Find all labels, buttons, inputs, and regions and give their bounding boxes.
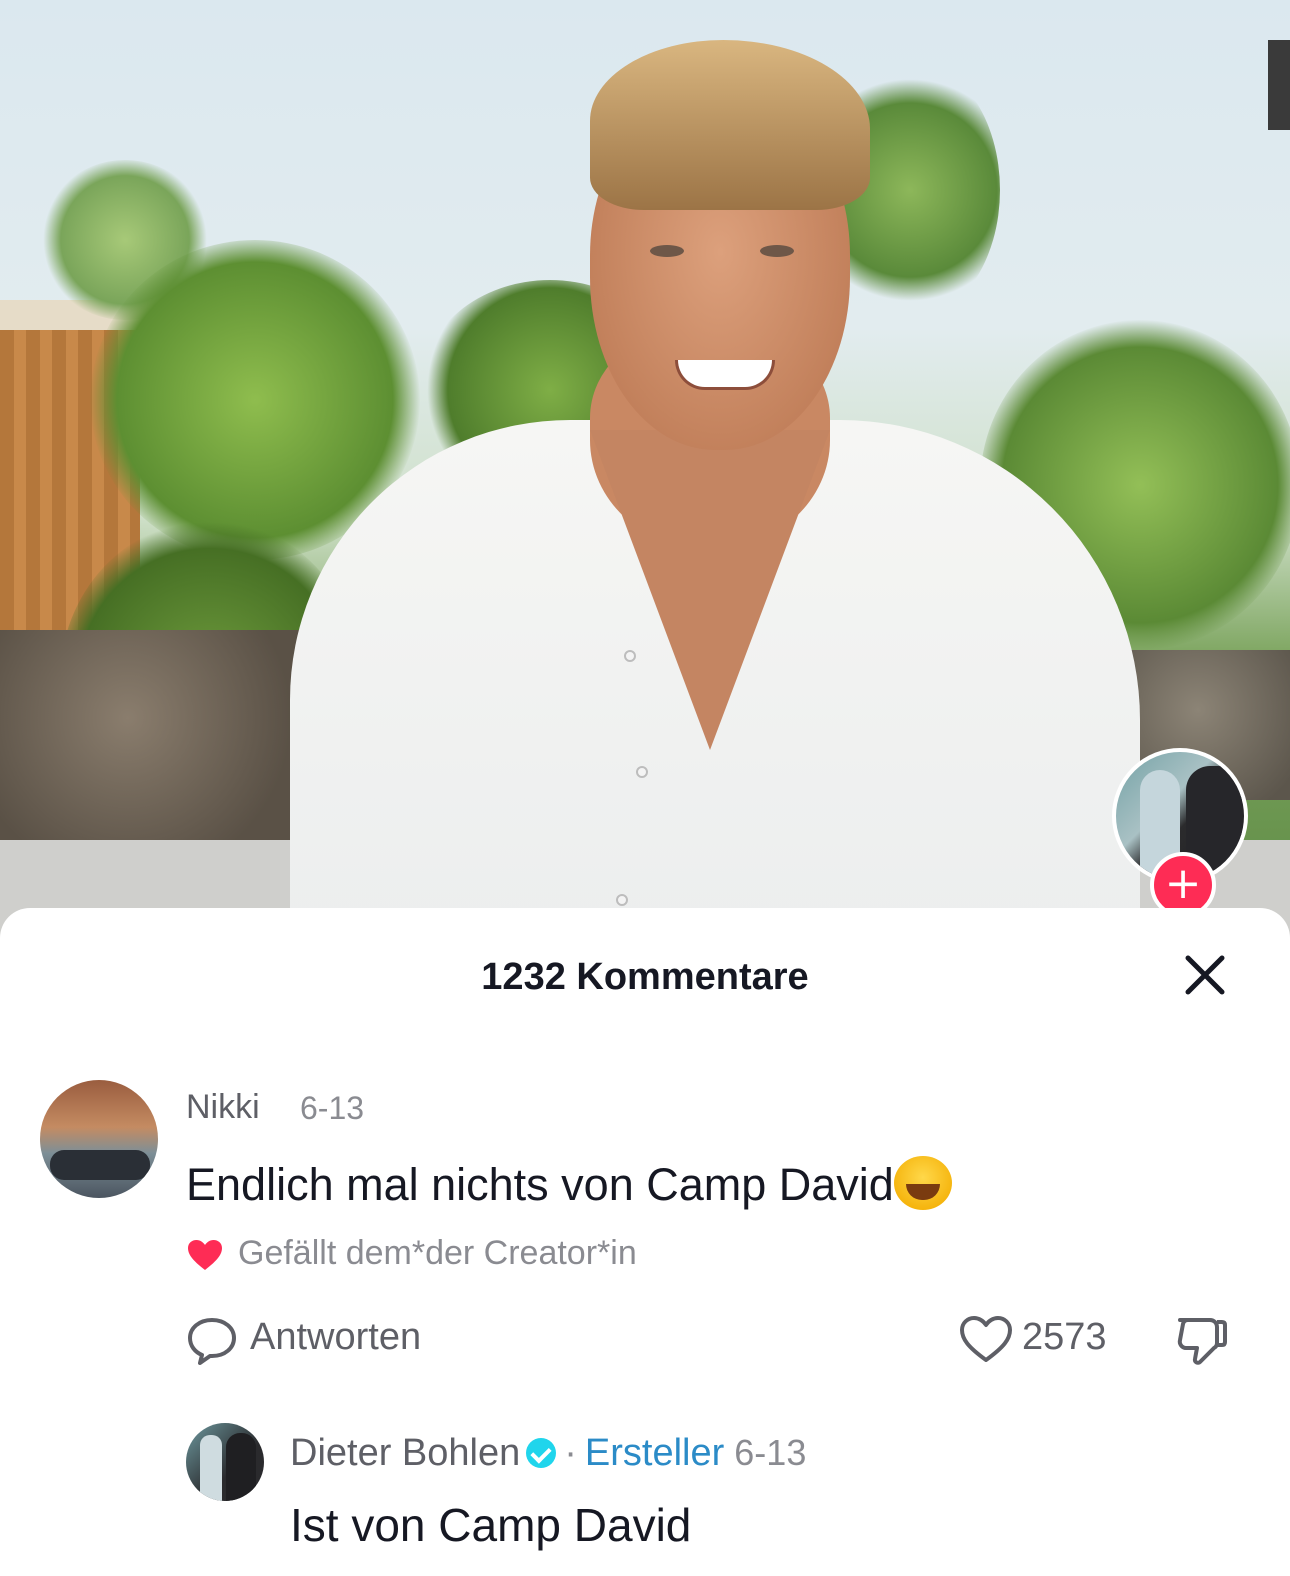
comment-username[interactable]: Nikki <box>186 1088 260 1127</box>
avatar[interactable] <box>40 1080 158 1198</box>
stone-wall <box>0 630 320 850</box>
liked-by-creator-label: Gefällt dem*der Creator*in <box>238 1234 637 1272</box>
heart-outline-icon[interactable] <box>958 1314 1014 1364</box>
person-in-white-shirt <box>290 30 1140 940</box>
plus-icon: + <box>1164 858 1202 909</box>
verified-badge-icon <box>526 1438 557 1468</box>
smile <box>675 360 775 390</box>
comments-sheet: 1232 Kommentare Nikki 6-13 Endlich mal n… <box>0 908 1290 1576</box>
comment-text-body: Endlich mal nichts von Camp David <box>186 1159 894 1210</box>
eye <box>760 245 794 257</box>
avatar-person <box>226 1433 256 1501</box>
shirt-opening <box>590 430 830 750</box>
close-button[interactable] <box>1180 950 1230 1000</box>
comments-count-title: 1232 Kommentare <box>481 956 809 998</box>
reply-username[interactable]: Dieter Bohlen <box>290 1432 520 1474</box>
avatar[interactable] <box>186 1423 264 1501</box>
creator-badge: Ersteller <box>584 1432 725 1474</box>
heart-filled-icon <box>188 1240 222 1270</box>
thumbs-down-icon[interactable] <box>1174 1312 1230 1368</box>
separator: · <box>564 1432 577 1474</box>
reply-header: Dieter Bohlen · Ersteller 6-13 <box>290 1432 806 1475</box>
eye <box>650 245 684 257</box>
reply-text: Ist von Camp David <box>290 1499 692 1551</box>
comment-text: Endlich mal nichts von Camp David <box>186 1156 952 1211</box>
building-edge <box>1268 40 1290 130</box>
video-player[interactable] <box>0 0 1290 940</box>
avatar-person <box>200 1435 222 1501</box>
comment-date: 6-13 <box>300 1090 365 1126</box>
close-icon <box>1185 955 1225 995</box>
shirt-button <box>624 650 636 662</box>
hair <box>590 40 870 210</box>
reply-button[interactable]: Antworten <box>250 1316 421 1359</box>
reply-bubble-icon[interactable] <box>186 1316 238 1366</box>
avatar-car <box>50 1150 150 1180</box>
shirt-button <box>636 766 648 778</box>
like-count: 2573 <box>1022 1316 1107 1358</box>
laughing-emoji-icon <box>893 1156 952 1210</box>
reply-date: 6-13 <box>734 1432 807 1473</box>
shirt-button <box>616 894 628 906</box>
